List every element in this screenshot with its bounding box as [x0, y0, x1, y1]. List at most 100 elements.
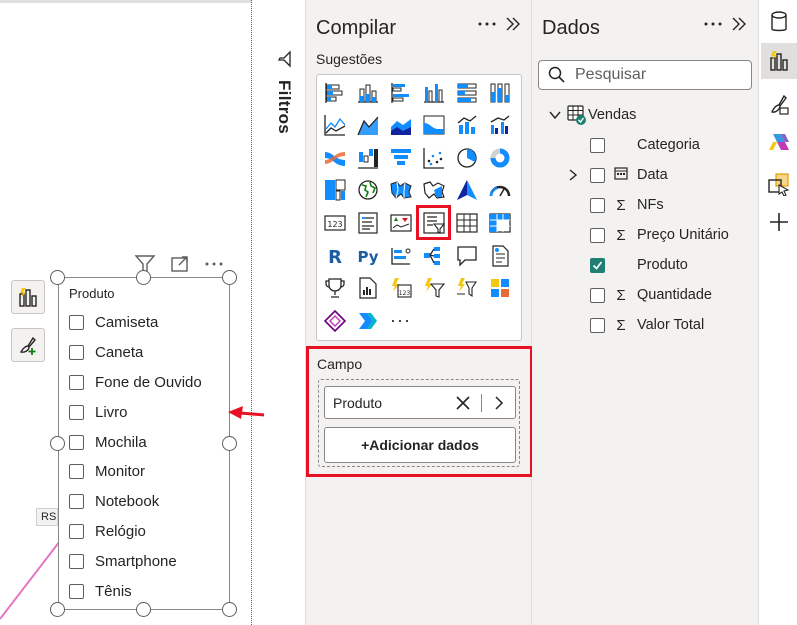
slicer-checkbox[interactable]	[69, 464, 84, 480]
viz-cbar-icon[interactable]	[387, 79, 414, 106]
viz-pcol-icon[interactable]	[486, 79, 513, 106]
viz-azure-icon[interactable]	[453, 177, 480, 204]
search-box[interactable]	[538, 60, 752, 90]
format-pane-toggle[interactable]	[761, 86, 797, 122]
viz-lccol-icon[interactable]	[486, 112, 513, 139]
slicer-item[interactable]: Fone de Ouvido	[69, 368, 202, 398]
slicer-item[interactable]: Monitor	[69, 457, 202, 487]
viz-qna-icon[interactable]	[453, 242, 480, 269]
viz-card-icon[interactable]: 123	[321, 209, 348, 236]
data-pane-toggle[interactable]	[761, 4, 797, 40]
field-pill-produto[interactable]: Produto	[324, 386, 516, 419]
slicer-item[interactable]: Relógio	[69, 517, 202, 547]
viz-pa3-icon[interactable]	[453, 275, 480, 302]
resize-handle-bottom-left[interactable]	[50, 602, 65, 617]
field-well[interactable]: Produto +Adicionar dados	[318, 379, 520, 467]
resize-handle-right[interactable]	[222, 436, 237, 451]
field-row[interactable]: Σ Preço Unitário	[570, 224, 729, 246]
slicer-item[interactable]: Livro	[69, 397, 202, 427]
format-brush-button[interactable]	[11, 328, 45, 362]
viz-ribbon-icon[interactable]	[420, 112, 447, 139]
slicer-item[interactable]: Tênis	[69, 576, 202, 606]
build-pane-toggle[interactable]	[761, 43, 797, 79]
slicer-item[interactable]: Caneta	[69, 338, 202, 368]
viz-kpi-icon[interactable]	[387, 209, 414, 236]
slicer-checkbox[interactable]	[69, 345, 84, 361]
field-row[interactable]: Σ Valor Total	[570, 314, 704, 336]
field-checkbox[interactable]	[590, 137, 605, 153]
resize-handle-bottom-right[interactable]	[222, 602, 237, 617]
field-checkbox[interactable]	[590, 317, 605, 333]
viz-pa4-icon[interactable]	[486, 275, 513, 302]
expand-chevron-icon[interactable]	[729, 14, 749, 34]
field-checkbox[interactable]	[590, 257, 605, 273]
viz-slicer-icon[interactable]	[416, 205, 451, 241]
slicer-item[interactable]: Smartphone	[69, 546, 202, 576]
field-checkbox[interactable]	[590, 197, 605, 213]
field-row[interactable]: Σ Quantidade	[570, 284, 712, 306]
more-options-icon[interactable]	[203, 253, 225, 275]
expand-chevron-icon[interactable]	[503, 14, 523, 34]
viz-donut-icon[interactable]	[486, 144, 513, 171]
search-input[interactable]	[575, 66, 735, 84]
slicer-item[interactable]: Camiseta	[69, 308, 202, 338]
viz-fmap-icon[interactable]	[387, 177, 414, 204]
viz-funnel-icon[interactable]	[387, 144, 414, 171]
resize-handle-top[interactable]	[136, 270, 151, 285]
viz-pa2-icon[interactable]	[420, 275, 447, 302]
viz-tree-icon[interactable]	[321, 177, 348, 204]
field-row[interactable]: Produto	[570, 254, 688, 276]
remove-field-icon[interactable]	[455, 395, 471, 411]
filters-pane-collapsed[interactable]: Filtros	[264, 0, 306, 625]
field-row[interactable]: Data	[569, 164, 668, 186]
slicer-item[interactable]: Mochila	[69, 427, 202, 457]
viz-pagrep-icon[interactable]	[354, 275, 381, 302]
slicer-checkbox[interactable]	[69, 404, 84, 420]
slicer-checkbox[interactable]	[69, 494, 84, 510]
viz-pa7-icon[interactable]	[354, 307, 381, 334]
more-options-icon[interactable]	[477, 14, 497, 34]
viz-gauge-icon[interactable]	[486, 177, 513, 204]
viz-map-icon[interactable]	[354, 177, 381, 204]
more-options-icon[interactable]	[703, 14, 723, 34]
viz-sbar-icon[interactable]	[321, 79, 348, 106]
slicer-checkbox[interactable]	[69, 523, 84, 539]
chevron-down-icon[interactable]	[548, 108, 562, 122]
viz-sarea-icon[interactable]	[387, 112, 414, 139]
add-data-button[interactable]: +Adicionar dados	[324, 427, 516, 463]
resize-handle-bottom[interactable]	[136, 602, 151, 617]
slicer-checkbox[interactable]	[69, 374, 84, 390]
viz-r-icon[interactable]: R	[321, 242, 348, 269]
chevron-right-icon[interactable]	[491, 395, 507, 411]
viz-pa1-icon[interactable]: 123	[387, 275, 414, 302]
slicer-checkbox[interactable]	[69, 434, 84, 450]
viz-ccol-icon[interactable]	[420, 79, 447, 106]
field-checkbox[interactable]	[590, 227, 605, 243]
viz-shape-icon[interactable]	[420, 177, 447, 204]
field-row[interactable]: Σ NFs	[570, 194, 664, 216]
add-pane-button[interactable]	[761, 204, 797, 240]
viz-scol-icon[interactable]	[354, 79, 381, 106]
viz-py-icon[interactable]: Py	[354, 242, 381, 269]
viz-lcol-icon[interactable]	[453, 112, 480, 139]
viz-area-icon[interactable]	[354, 112, 381, 139]
product-slicer[interactable]: Produto Camiseta Caneta Fone de Ouvido Livr…	[58, 277, 230, 610]
viz-water-icon[interactable]	[354, 144, 381, 171]
more-visuals-button[interactable]: ···	[387, 307, 414, 334]
copilot-button[interactable]	[761, 124, 797, 160]
viz-pa6-icon[interactable]	[321, 307, 348, 334]
field-checkbox[interactable]	[590, 287, 605, 303]
viz-pbar-icon[interactable]	[453, 79, 480, 106]
viz-matrix-icon[interactable]	[486, 209, 513, 236]
slicer-item[interactable]: Notebook	[69, 487, 202, 517]
viz-rib2-icon[interactable]	[321, 144, 348, 171]
focus-mode-icon[interactable]	[169, 253, 191, 275]
selection-pane-toggle[interactable]	[761, 166, 797, 202]
slicer-checkbox[interactable]	[69, 583, 84, 599]
table-node-vendas[interactable]: Vendas	[548, 104, 636, 126]
viz-goal-icon[interactable]	[321, 275, 348, 302]
slicer-checkbox[interactable]	[69, 315, 84, 331]
resize-handle-top-right[interactable]	[222, 270, 237, 285]
viz-mcard-icon[interactable]	[354, 209, 381, 236]
viz-inf-icon[interactable]	[387, 242, 414, 269]
